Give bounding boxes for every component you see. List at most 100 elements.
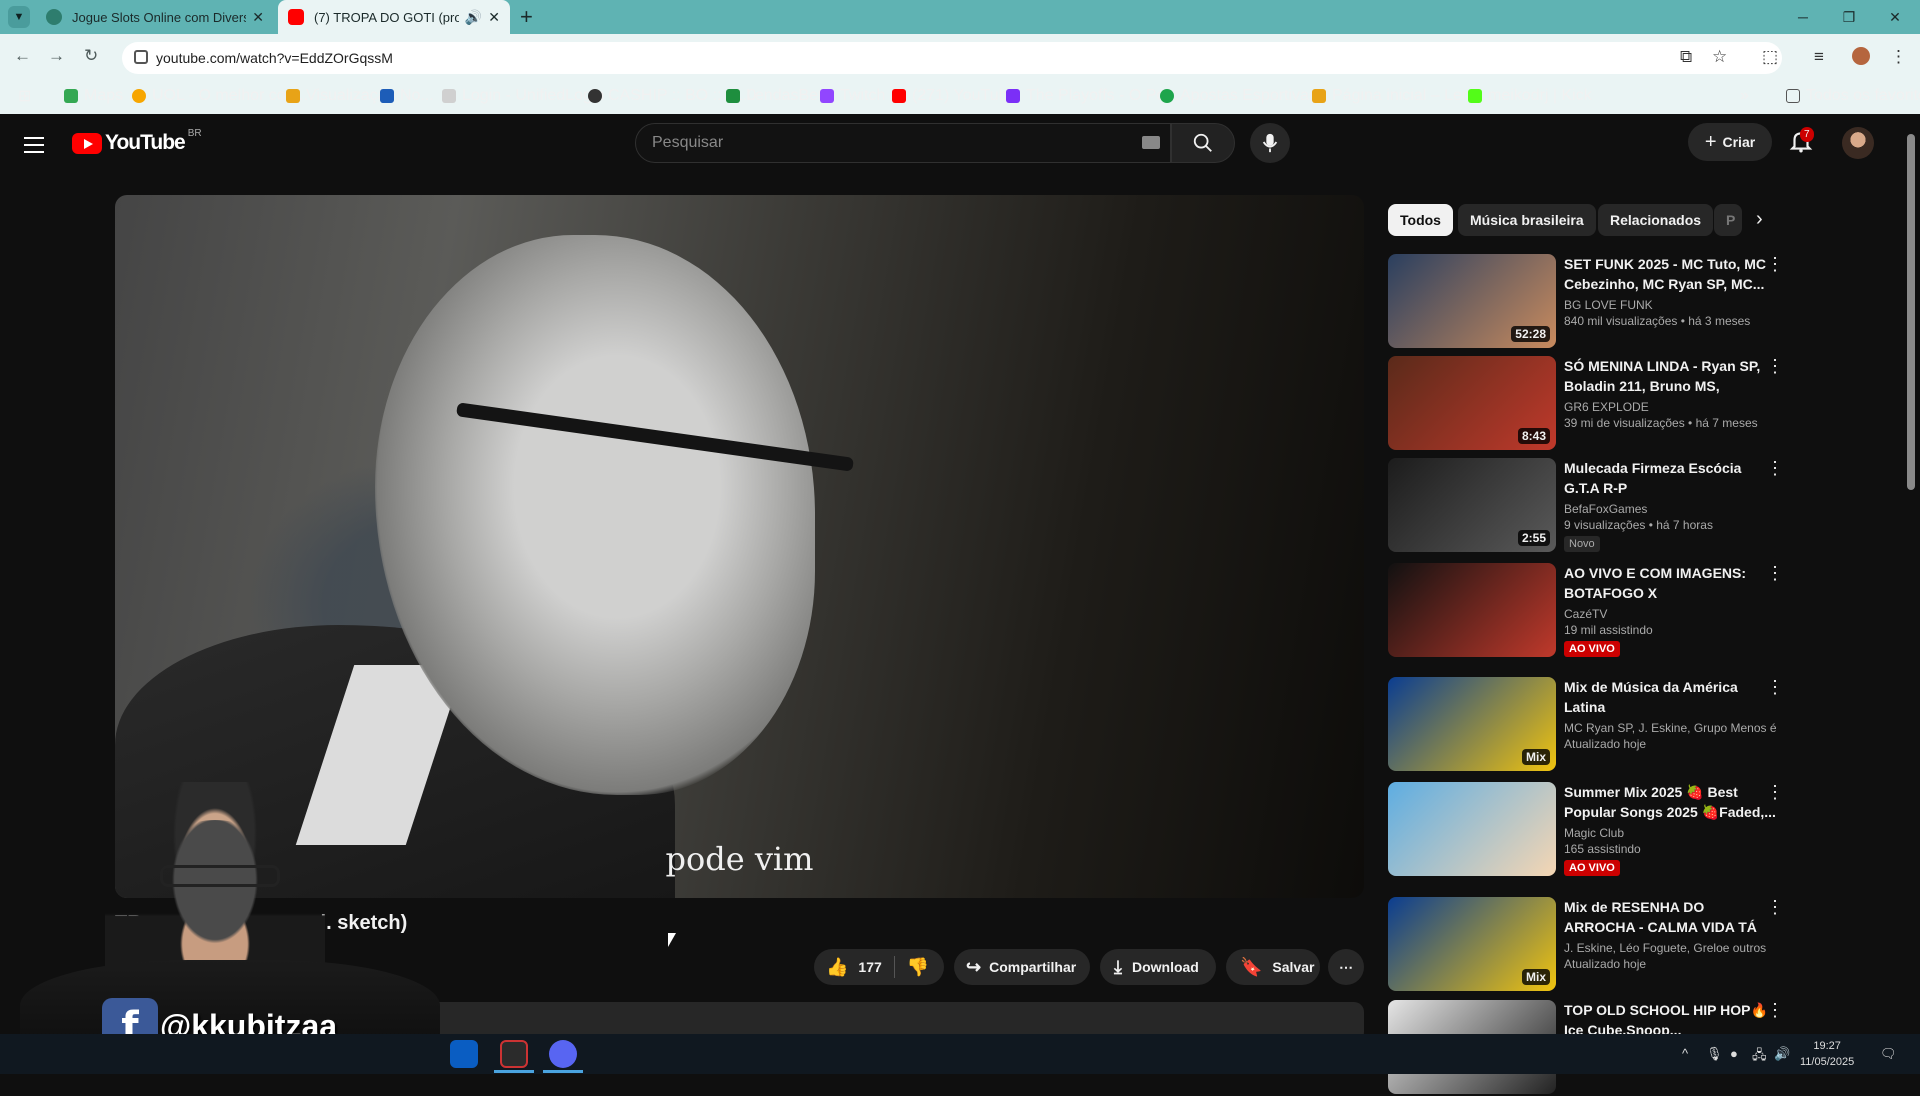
tray-app-icon[interactable]: ● bbox=[1730, 1046, 1738, 1061]
close-tab-icon[interactable]: ✕ bbox=[252, 9, 264, 26]
save-button[interactable]: 🔖 Salvar bbox=[1226, 949, 1320, 985]
menu-icon[interactable] bbox=[24, 137, 44, 158]
more-vertical-icon[interactable]: ⋮ bbox=[1766, 677, 1784, 698]
dislike-button[interactable]: 👎 bbox=[907, 957, 929, 978]
bookmark-maps[interactable]: Maps bbox=[64, 85, 123, 107]
more-vertical-icon[interactable]: ⋮ bbox=[1766, 897, 1784, 918]
more-vertical-icon[interactable]: ⋮ bbox=[1766, 356, 1784, 377]
channel-name[interactable]: GR6 EXPLODE bbox=[1564, 400, 1776, 414]
maximize-icon[interactable]: ❐ bbox=[1826, 0, 1872, 34]
profile-avatar[interactable] bbox=[1852, 47, 1870, 65]
video-thumbnail[interactable]: 8:43 bbox=[1388, 356, 1556, 450]
minimize-icon[interactable]: ─ bbox=[1780, 0, 1826, 34]
bookmark-no[interactable]: No... bbox=[380, 85, 434, 107]
close-tab-icon[interactable]: ✕ bbox=[488, 9, 500, 26]
more-vertical-icon[interactable]: ⋮ bbox=[1766, 254, 1784, 275]
bookmark-kick[interactable]: meikodrj | Kick bbox=[1468, 85, 1592, 107]
app-taskbar-icon[interactable] bbox=[500, 1040, 528, 1068]
recommendation-item[interactable]: Mix Mix de Música da América Latina MC Rya… bbox=[1388, 677, 1788, 773]
video-title[interactable]: Summer Mix 2025 🍓 Best Popular Songs 202… bbox=[1564, 782, 1776, 822]
extensions-icon[interactable]: ⬚ bbox=[1762, 47, 1778, 67]
bookmark-youtube[interactable]: (271) YouTube bbox=[892, 85, 1016, 107]
bookmark-pagina-inicial[interactable]: Página inicial – Lend... bbox=[1312, 85, 1493, 107]
browser-tab-slots[interactable]: Jogue Slots Online com Diversão ✕ bbox=[36, 0, 274, 34]
bookmark-lendasbet[interactable]: LendasBet bbox=[726, 85, 823, 107]
create-button[interactable]: + Criar bbox=[1688, 123, 1772, 161]
search-button[interactable] bbox=[1171, 123, 1235, 163]
download-button[interactable]: ⤓ Download bbox=[1100, 949, 1216, 985]
recommendation-item[interactable]: 2:55 Mulecada Firmeza Escócia G.T.A R-P Be… bbox=[1388, 458, 1788, 554]
all-bookmarks-folder[interactable]: Todos os favoritos bbox=[1786, 85, 1920, 107]
taskbar-clock[interactable]: 19:27 11/05/2025 bbox=[1800, 1038, 1854, 1070]
bookmark-twitch[interactable]: Twitch bbox=[820, 85, 885, 107]
channel-name[interactable]: J. Eskine, Léo Foguete, Greloe outros bbox=[1564, 941, 1776, 955]
recommendation-item[interactable]: Mix Mix de RESENHA DO ARROCHA - CALMA VID… bbox=[1388, 897, 1788, 993]
new-tab-icon[interactable]: + bbox=[520, 4, 533, 30]
site-info-icon[interactable] bbox=[134, 50, 148, 64]
install-app-icon[interactable]: ⧉ bbox=[1680, 47, 1692, 67]
back-icon[interactable]: ← bbox=[14, 46, 31, 66]
video-title[interactable]: SÓ MENINA LINDA - Ryan SP, Boladin 211, … bbox=[1564, 356, 1776, 396]
account-avatar[interactable] bbox=[1842, 127, 1874, 159]
video-thumbnail[interactable]: Mix bbox=[1388, 677, 1556, 771]
chip-todos[interactable]: Todos bbox=[1388, 204, 1453, 236]
bookmark-star-icon[interactable]: ☆ bbox=[1712, 47, 1727, 67]
address-bar[interactable]: youtube.com/watch?v=EddZOrGqssM bbox=[122, 42, 1782, 74]
menu-kebab-icon[interactable]: ⋮ bbox=[1890, 47, 1907, 67]
tab-search-dropdown[interactable]: ▼ bbox=[8, 6, 30, 28]
video-thumbnail[interactable] bbox=[1388, 782, 1556, 876]
video-title[interactable]: SET FUNK 2025 - MC Tuto, MC Cebezinho, M… bbox=[1564, 254, 1776, 294]
close-window-icon[interactable]: ✕ bbox=[1872, 0, 1918, 34]
channel-name[interactable]: CazéTV bbox=[1564, 607, 1776, 621]
discord-taskbar-icon[interactable] bbox=[549, 1040, 577, 1068]
video-thumbnail[interactable]: 2:55 bbox=[1388, 458, 1556, 552]
bookmark-playoffs[interactable]: The Playoffs - O Por... bbox=[1006, 85, 1183, 107]
page-scrollbar-thumb[interactable] bbox=[1907, 134, 1915, 490]
channel-name[interactable]: MC Ryan SP, J. Eskine, Grupo Menos é M..… bbox=[1564, 721, 1776, 735]
audio-playing-icon[interactable]: 🔊 bbox=[465, 9, 482, 26]
video-thumbnail[interactable]: Mix bbox=[1388, 897, 1556, 991]
youtube-logo[interactable]: YouTube BR bbox=[72, 128, 202, 155]
tray-network-icon[interactable]: 🖧 bbox=[1752, 1046, 1767, 1068]
reload-icon[interactable]: ↻ bbox=[84, 46, 98, 66]
more-bookmarks-icon[interactable]: » bbox=[1740, 85, 1749, 107]
more-vertical-icon[interactable]: ⋮ bbox=[1766, 458, 1784, 479]
video-title[interactable]: Mix de RESENHA DO ARROCHA - CALMA VIDA T… bbox=[1564, 897, 1776, 937]
channel-name[interactable]: BG LOVE FUNK bbox=[1564, 298, 1776, 312]
chip-musica-brasileira[interactable]: Música brasileira bbox=[1458, 204, 1596, 236]
like-button[interactable]: 👍 177 bbox=[826, 957, 882, 978]
bookmark-uol[interactable]: UOL - O melhor con... bbox=[132, 85, 308, 107]
video-title[interactable]: Mulecada Firmeza Escócia G.T.A R-P bbox=[1564, 458, 1776, 498]
browser-tab-youtube[interactable]: (7) TROPA DO GOTI (prod. sketch) 🔊 ✕ bbox=[278, 0, 510, 34]
more-actions-button[interactable]: ⋯ bbox=[1328, 949, 1364, 985]
recommendation-item[interactable]: 8:43 SÓ MENINA LINDA - Ryan SP, Boladin 2… bbox=[1388, 356, 1788, 452]
video-thumbnail[interactable]: 52:28 bbox=[1388, 254, 1556, 348]
channel-name[interactable]: BefaFoxGames bbox=[1564, 502, 1776, 516]
video-thumbnail[interactable] bbox=[1388, 563, 1556, 657]
search-input[interactable]: Pesquisar bbox=[635, 123, 1171, 163]
bookmark-apostas[interactable]: Apostas Esportivas... bbox=[1160, 85, 1330, 107]
more-vertical-icon[interactable]: ⋮ bbox=[1766, 1000, 1784, 1021]
more-vertical-icon[interactable]: ⋮ bbox=[1766, 563, 1784, 584]
more-vertical-icon[interactable]: ⋮ bbox=[1766, 782, 1784, 803]
apps-grid-icon[interactable]: ⊞ bbox=[18, 85, 31, 107]
forward-icon[interactable]: → bbox=[48, 46, 65, 66]
notification-center-icon[interactable]: 🗨 bbox=[1880, 1046, 1897, 1062]
media-controls-icon[interactable]: ≡ bbox=[1814, 47, 1824, 67]
keyboard-icon[interactable] bbox=[1142, 136, 1160, 149]
tray-volume-icon[interactable]: 🔊 bbox=[1774, 1046, 1790, 1062]
recommendation-item[interactable]: AO VIVO E COM IMAGENS: BOTAFOGO X INTERN… bbox=[1388, 563, 1788, 659]
recommendation-item[interactable]: 52:28 SET FUNK 2025 - MC Tuto, MC Cebezin… bbox=[1388, 254, 1788, 350]
recommendation-item[interactable]: Summer Mix 2025 🍓 Best Popular Songs 202… bbox=[1388, 782, 1788, 878]
share-button[interactable]: ↪ Compartilhar bbox=[954, 949, 1090, 985]
channel-name[interactable]: Magic Club bbox=[1564, 826, 1776, 840]
video-title[interactable]: AO VIVO E COM IMAGENS: BOTAFOGO X INTERN… bbox=[1564, 563, 1776, 603]
outlook-taskbar-icon[interactable] bbox=[450, 1040, 478, 1068]
bookmark-unifiedlogin[interactable]: Login - UnifiedLogin bbox=[442, 85, 604, 107]
chevron-right-icon[interactable]: › bbox=[1756, 208, 1763, 231]
voice-search-button[interactable] bbox=[1250, 123, 1290, 163]
video-title[interactable]: Mix de Música da América Latina bbox=[1564, 677, 1776, 717]
tray-mic-icon[interactable]: 🎙 bbox=[1706, 1046, 1723, 1062]
chip-relacionados[interactable]: Relacionados bbox=[1598, 204, 1714, 236]
chip-partial[interactable]: P bbox=[1714, 204, 1742, 236]
